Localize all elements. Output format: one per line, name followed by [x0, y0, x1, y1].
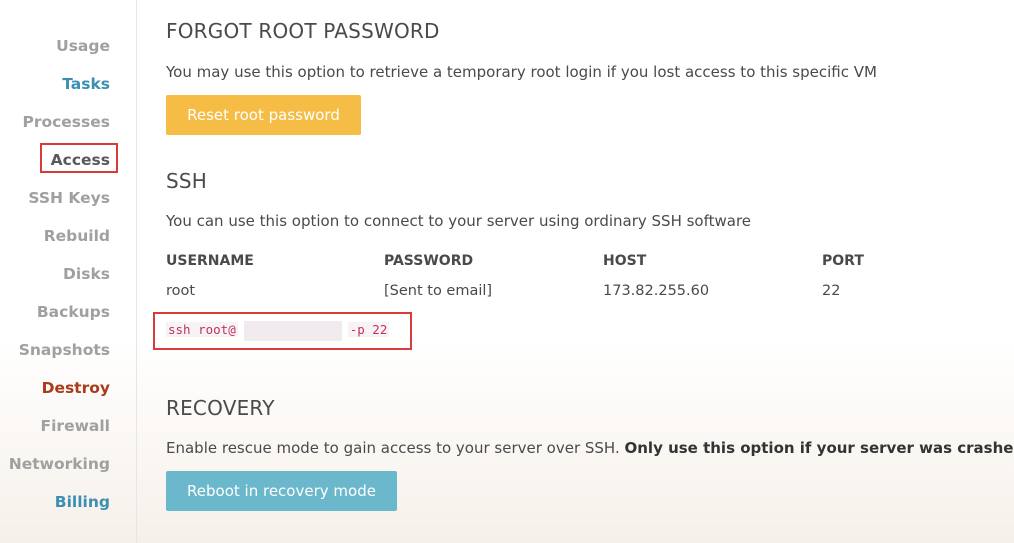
forgot-password-description: You may use this option to retrieve a te…	[166, 63, 877, 81]
redacted-host	[243, 320, 342, 341]
recovery-title: RECOVERY	[166, 396, 275, 420]
username-value: root	[166, 283, 196, 299]
ssh-title: SSH	[166, 169, 208, 193]
column-header-port: PORT	[822, 253, 864, 269]
sidebar-item-usage[interactable]: Usage	[56, 36, 110, 56]
sidebar-item-processes[interactable]: Processes	[22, 112, 110, 132]
sidebar-item-tasks[interactable]: Tasks	[62, 74, 110, 94]
sidebar-item-networking[interactable]: Networking	[9, 454, 110, 474]
recovery-description-text: Enable rescue mode to gain access to you…	[166, 439, 620, 457]
column-header-password: PASSWORD	[384, 253, 474, 269]
column-header-host: HOST	[603, 253, 647, 269]
sidebar-item-destroy[interactable]: Destroy	[42, 378, 110, 398]
sidebar-item-ssh-keys[interactable]: SSH Keys	[28, 188, 110, 208]
forgot-password-title: FORGOT ROOT PASSWORD	[166, 19, 440, 43]
sidebar-item-rebuild[interactable]: Rebuild	[44, 226, 110, 246]
sidebar-item-billing[interactable]: Billing	[55, 492, 110, 512]
sidebar-item-disks[interactable]: Disks	[63, 264, 110, 284]
ssh-command-suffix: -p 22	[347, 322, 390, 337]
main-content: FORGOT ROOT PASSWORD You may use this op…	[153, 0, 1014, 543]
sidebar-item-backups[interactable]: Backups	[37, 302, 110, 322]
column-header-username: USERNAME	[166, 253, 254, 269]
ssh-command-prefix: ssh root@	[166, 322, 238, 337]
host-value: 173.82.255.60	[603, 283, 710, 299]
recovery-warning-text: Only use this option if your server was …	[624, 439, 1014, 457]
sidebar-nav: Usage Tasks Processes Access SSH Keys Re…	[0, 0, 137, 543]
reset-root-password-button[interactable]: Reset root password	[166, 95, 361, 135]
ssh-description: You can use this option to connect to yo…	[166, 212, 752, 230]
password-value: [Sent to email]	[384, 283, 493, 299]
port-value: 22	[822, 283, 841, 299]
sidebar-item-access[interactable]: Access	[51, 150, 110, 170]
reboot-recovery-mode-button[interactable]: Reboot in recovery mode	[166, 471, 397, 511]
ssh-command[interactable]: ssh root@ -p 22	[166, 319, 390, 341]
recovery-description: Enable rescue mode to gain access to you…	[166, 439, 1014, 457]
sidebar-item-firewall[interactable]: Firewall	[41, 416, 110, 436]
sidebar-item-snapshots[interactable]: Snapshots	[19, 340, 110, 360]
